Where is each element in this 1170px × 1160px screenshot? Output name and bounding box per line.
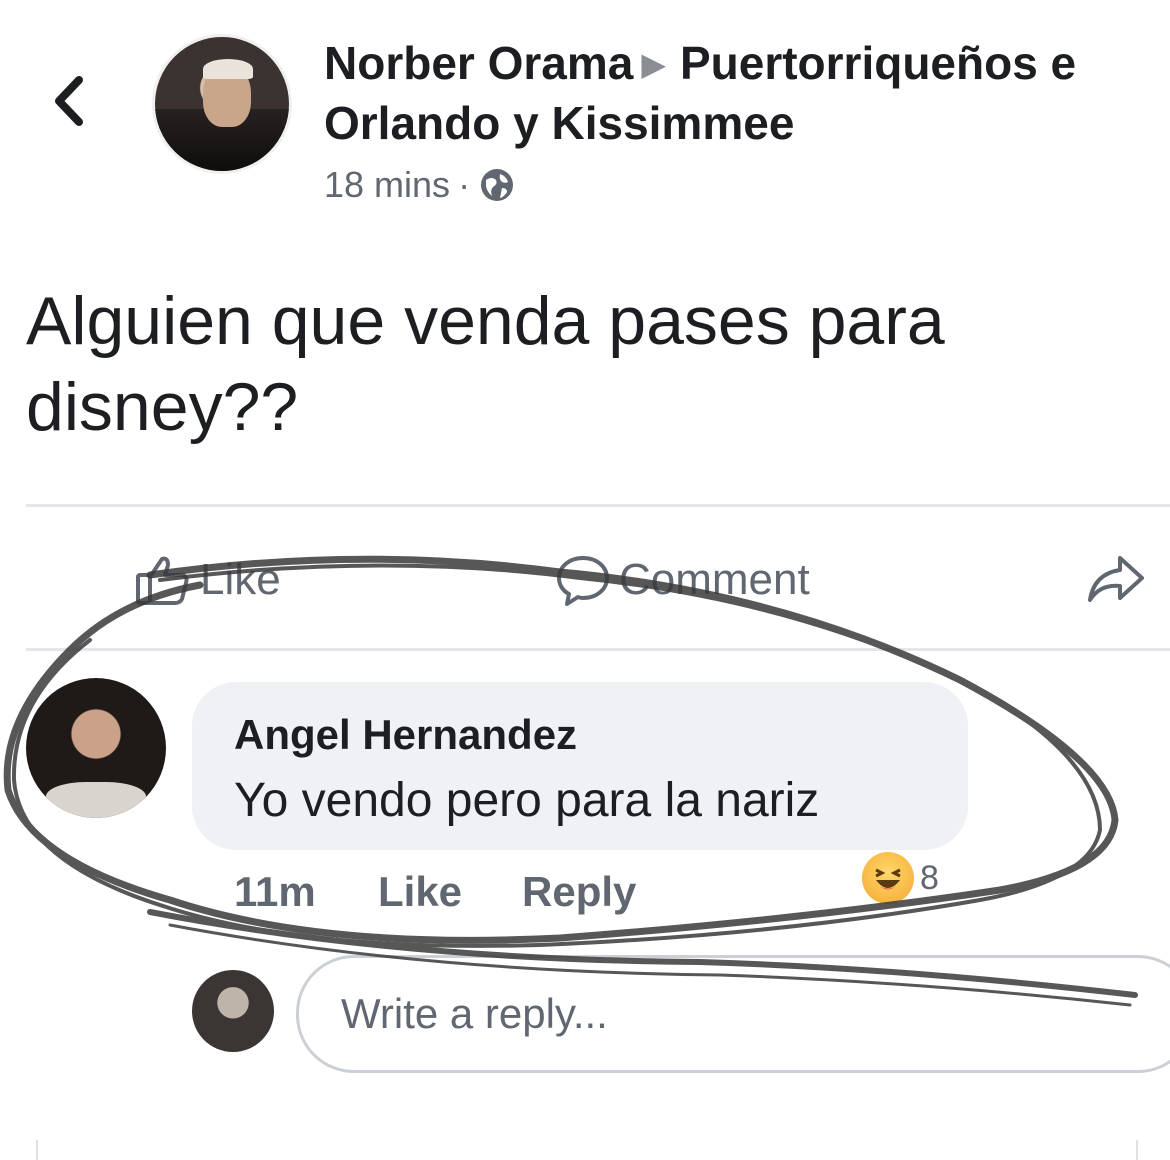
haha-emoji-icon [862, 852, 914, 904]
post-text-line1: Alguien que venda pases para [26, 283, 945, 359]
avatar-shirt [46, 782, 146, 818]
like-button[interactable]: Like [134, 548, 281, 612]
current-user-avatar [192, 970, 274, 1052]
post-meta: 18 mins · [324, 160, 516, 210]
comment-author[interactable]: Angel Hernandez [234, 708, 577, 762]
globe-icon [481, 169, 514, 201]
comment-button[interactable]: Comment [555, 548, 810, 612]
divider-top [26, 504, 1170, 507]
arrow-right-icon: ▶ [641, 46, 666, 82]
comment-reply-button[interactable]: Reply [522, 862, 636, 922]
post-time[interactable]: 18 mins [324, 160, 450, 210]
post-text-line2: disney?? [26, 369, 299, 445]
chevron-left-icon [55, 76, 83, 126]
divider-bottom [26, 648, 1170, 651]
author-name[interactable]: Norber Orama [324, 37, 633, 89]
post-body: Alguien que venda pases para disney?? [26, 278, 1146, 450]
author-avatar[interactable] [152, 34, 292, 174]
speech-bubble-icon [557, 556, 609, 606]
commenter-avatar[interactable] [26, 678, 166, 818]
comment-time[interactable]: 11m [234, 862, 316, 922]
meta-separator: · [458, 164, 471, 205]
comment-text: Yo vendo pero para la nariz [234, 774, 820, 827]
like-label: Like [200, 555, 281, 604]
comment-label: Comment [619, 555, 810, 604]
group-name-part2[interactable]: Orlando y Kissimmee [324, 94, 794, 152]
share-arrow-icon [1088, 556, 1144, 602]
reaction-count: 8 [920, 858, 939, 897]
bottom-frame [36, 1140, 1138, 1160]
thumbs-up-icon [136, 556, 189, 605]
post-header-line1: Norber Orama ▶ Puertorriqueños e [324, 34, 1076, 93]
back-button[interactable] [38, 70, 100, 132]
comment-like-button[interactable]: Like [378, 862, 462, 922]
reply-input[interactable]: Write a reply... [296, 955, 1170, 1073]
share-button[interactable] [1086, 548, 1154, 612]
group-name-part1[interactable]: Puertorriqueños e [680, 37, 1076, 89]
reaction-summary[interactable]: 8 [862, 850, 939, 906]
reply-placeholder: Write a reply... [341, 990, 608, 1037]
avatar-hair [203, 59, 253, 79]
